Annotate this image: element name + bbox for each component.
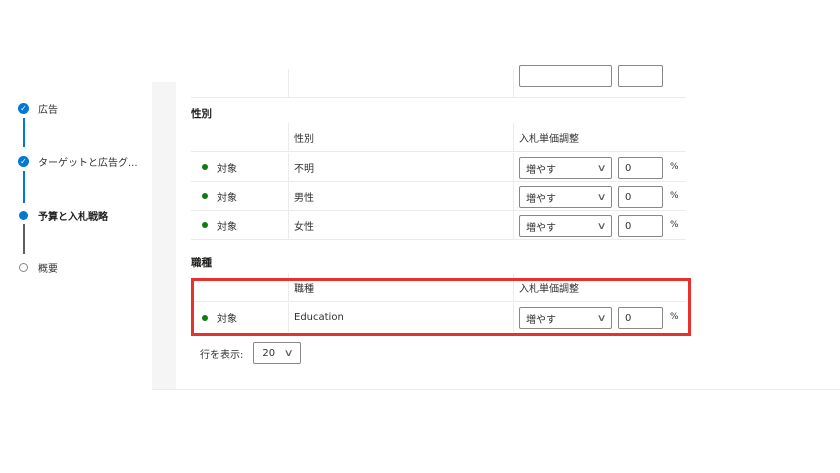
chevron-down-icon: ∨ [596, 312, 607, 324]
bid-adjust-value-input[interactable] [618, 65, 663, 87]
percent-unit: % [670, 191, 679, 201]
bid-adjust-select[interactable]: 増やす ∨ [519, 307, 612, 329]
check-icon: ✓ [18, 103, 29, 114]
bid-adjust-select[interactable]: 増やす ∨ [519, 215, 612, 237]
rows-per-page-select[interactable]: 20 ∨ [253, 342, 302, 364]
column-header-bid-adjust: 入札単価調整 [519, 133, 579, 145]
chevron-down-icon: ∨ [596, 191, 607, 203]
step-label: 広告 [38, 105, 58, 116]
percent-unit: % [670, 162, 679, 172]
step-label: ターゲットと広告グ... [38, 158, 138, 169]
pending-step-icon [19, 263, 28, 272]
gender-section-title: 性別 [191, 108, 212, 120]
table-row: 対象 男性 増やす ∨ 0 % [191, 182, 686, 211]
status-text: 対象 [217, 163, 237, 175]
status-dot-icon [202, 193, 208, 199]
step-label: 予算と入札戦略 [38, 212, 108, 223]
status-text: 対象 [217, 314, 237, 325]
step-summary[interactable]: 概要 [18, 260, 58, 275]
chevron-down-icon: ∨ [283, 347, 294, 359]
gender-name: 女性 [294, 221, 314, 233]
step-connector [23, 118, 25, 147]
bid-adjust-value-input[interactable]: 0 [618, 186, 663, 208]
bid-adjust-select[interactable]: 増やす ∨ [519, 157, 612, 179]
column-header-job: 職種 [294, 283, 314, 295]
status-dot-icon [202, 314, 208, 321]
rows-per-page: 行を表示: 20 ∨ [200, 342, 302, 364]
gender-name: 男性 [294, 192, 314, 204]
percent-unit: % [670, 312, 679, 322]
select-value: 増やす [526, 222, 556, 234]
select-value: 増やす [526, 314, 556, 326]
step-budget-bidding[interactable]: 予算と入札戦略 [18, 208, 108, 223]
bid-adjust-select[interactable]: 増やす ∨ [519, 186, 612, 208]
status-text: 対象 [217, 192, 237, 204]
bid-adjust-value-input[interactable]: 0 [618, 307, 663, 329]
column-header-gender: 性別 [294, 133, 314, 145]
content-gutter [152, 82, 176, 390]
step-ads[interactable]: ✓ 広告 [18, 101, 58, 116]
gender-name: 不明 [294, 163, 314, 175]
percent-unit: % [670, 220, 679, 230]
rows-per-page-label: 行を表示: [200, 349, 244, 361]
step-connector [23, 171, 25, 203]
step-label: 概要 [38, 264, 58, 275]
step-targeting[interactable]: ✓ ターゲットと広告グ... [18, 154, 138, 169]
job-table-header: 職種 入札単価調整 [191, 273, 686, 302]
wizard-stepper: ✓ 広告 ✓ ターゲットと広告グ... 予算と入札戦略 概要 [0, 0, 152, 473]
bid-adjust-select[interactable] [519, 65, 612, 87]
select-value: 増やす [526, 193, 556, 205]
status-dot-icon [202, 164, 208, 170]
bid-adjust-value-input[interactable]: 0 [618, 215, 663, 237]
step-connector [23, 224, 25, 254]
bid-adjust-value-input[interactable]: 0 [618, 157, 663, 179]
chevron-down-icon: ∨ [596, 162, 607, 174]
select-value: 20 [262, 347, 276, 359]
table-row: 対象 Education 増やす ∨ 0 % [191, 303, 686, 332]
select-value: 増やす [526, 164, 556, 176]
job-section-title: 職種 [191, 257, 212, 269]
table-row: 対象 女性 増やす ∨ 0 % [191, 211, 686, 240]
status-text: 対象 [217, 221, 237, 233]
table-row [191, 65, 686, 98]
check-icon: ✓ [18, 156, 29, 167]
job-name: Education [294, 312, 344, 323]
column-header-bid-adjust: 入札単価調整 [519, 283, 579, 295]
table-row: 対象 不明 増やす ∨ 0 % [191, 153, 686, 182]
current-step-icon [19, 211, 28, 220]
gender-table-header: 性別 入札単価調整 [191, 123, 686, 152]
status-dot-icon [202, 222, 208, 228]
chevron-down-icon: ∨ [596, 220, 607, 232]
